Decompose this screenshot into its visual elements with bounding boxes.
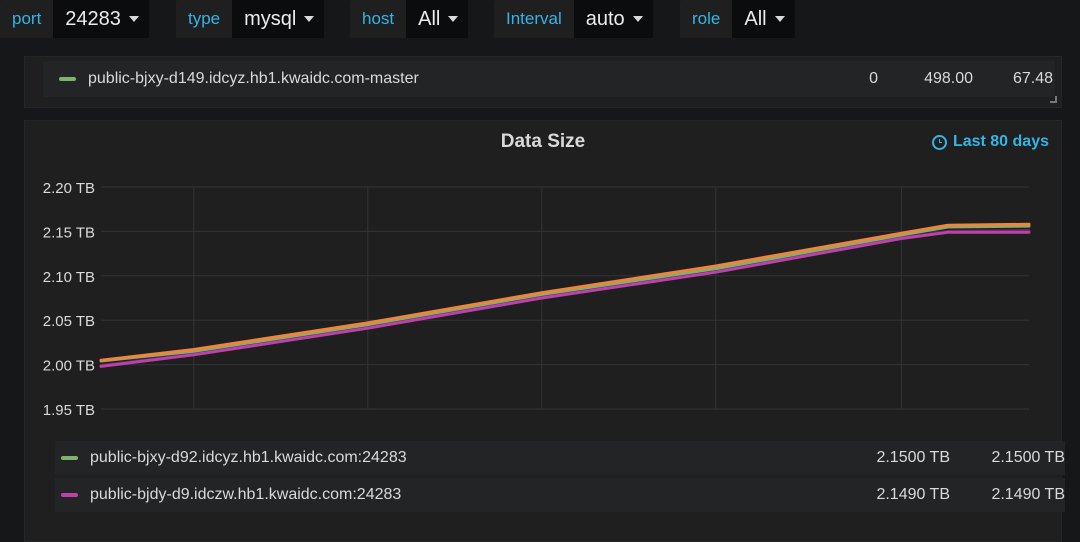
legend-row[interactable]: public-bjxy-d92.idcyz.hb1.kwaidc.com:242… [55,441,1065,475]
variable-host-dropdown[interactable]: All [406,0,469,38]
variable-port: port 24283 [0,0,149,40]
y-tick-label: 2.05 TB [43,313,95,330]
variable-interval: Interval auto [494,0,653,40]
legend-row[interactable]: public-bjdy-d9.idczw.hb1.kwaidc.com:2428… [55,478,1065,512]
variable-type-dropdown[interactable]: mysql [232,0,325,38]
variable-type-label: type [176,0,233,38]
summary-value-1: 0 [869,70,878,87]
data-size-chart[interactable]: 2.20 TB 2.15 TB 2.10 TB 2.05 TB 2.00 TB 1.95 … [25,121,1061,421]
legend-current: 2.1490 TB [876,486,950,503]
chart-series [99,222,1031,368]
y-tick-label: 2.15 TB [43,224,95,241]
variable-host-value: All [418,7,441,30]
variable-host-label: host [350,0,407,38]
chevron-down-icon [448,16,459,22]
summary-panel: public-bjxy-d149.idcyz.hb1.kwaidc.com-ma… [24,56,1062,108]
variable-type: type mysql [176,0,325,40]
chevron-down-icon [304,16,315,22]
summary-value-3: 67.48 [1012,70,1053,87]
data-size-panel: Data Size Last 80 days 2.20 TB 2.15 TB 2.1… [24,120,1065,542]
legend-swatch [61,456,78,460]
panel-resize-handle[interactable] [1050,96,1057,103]
variable-interval-value: auto [585,7,625,30]
legend-series-name: public-bjxy-d92.idcyz.hb1.kwaidc.com:242… [90,449,407,466]
y-tick-label: 2.10 TB [43,269,95,286]
variable-interval-dropdown[interactable]: auto [573,0,653,38]
legend-swatch [61,493,78,497]
series-color-swatch [59,77,76,81]
legend-max: 2.1490 TB [991,486,1065,503]
variable-host: host All [350,0,469,40]
y-tick-label: 1.95 TB [43,402,95,419]
chevron-down-icon [632,16,643,22]
variable-type-value: mysql [244,7,297,30]
variable-port-label: port [0,0,54,38]
y-tick-label: 2.20 TB [43,180,95,197]
variable-role-value: All [744,7,767,30]
series-line [99,230,1031,368]
variable-port-dropdown[interactable]: 24283 [53,0,149,38]
variable-interval-label: Interval [494,0,574,38]
chart-grid [101,186,1029,410]
legend-max: 2.1500 TB [991,449,1065,466]
summary-series-name: public-bjxy-d149.idcyz.hb1.kwaidc.com-ma… [88,70,419,87]
variable-port-value: 24283 [65,7,121,30]
summary-row[interactable]: public-bjxy-d149.idcyz.hb1.kwaidc.com-ma… [43,61,1055,97]
y-tick-label: 2.00 TB [43,358,95,375]
y-axis: 2.20 TB 2.15 TB 2.10 TB 2.05 TB 2.00 TB 1.95 … [43,180,95,419]
summary-value-2: 498.00 [924,70,973,87]
legend-series-name: public-bjdy-d9.idczw.hb1.kwaidc.com:2428… [90,486,402,503]
chevron-down-icon [774,16,785,22]
variable-bar: port 24283 type mysql host All Interval … [0,0,1080,40]
variable-role-dropdown[interactable]: All [732,0,795,38]
variable-role: role All [680,0,795,40]
variable-role-label: role [680,0,733,38]
chevron-down-icon [128,16,139,22]
legend-current: 2.1500 TB [876,449,950,466]
